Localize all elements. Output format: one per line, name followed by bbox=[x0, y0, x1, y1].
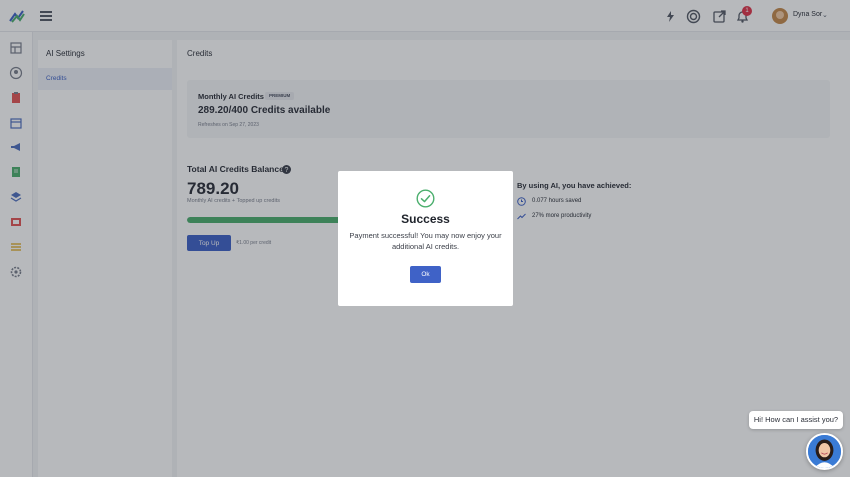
chat-greeting[interactable]: Hi! How can I assist you? bbox=[749, 411, 843, 429]
check-circle-icon bbox=[416, 189, 435, 208]
ok-button[interactable]: Ok bbox=[410, 266, 441, 283]
chat-assistant-avatar[interactable] bbox=[806, 433, 843, 470]
modal-title: Success bbox=[401, 212, 450, 226]
assistant-portrait-icon bbox=[808, 435, 841, 468]
success-modal: Success Payment successful! You may now … bbox=[338, 171, 513, 306]
modal-message: Payment successful! You may now enjoy yo… bbox=[349, 231, 502, 251]
